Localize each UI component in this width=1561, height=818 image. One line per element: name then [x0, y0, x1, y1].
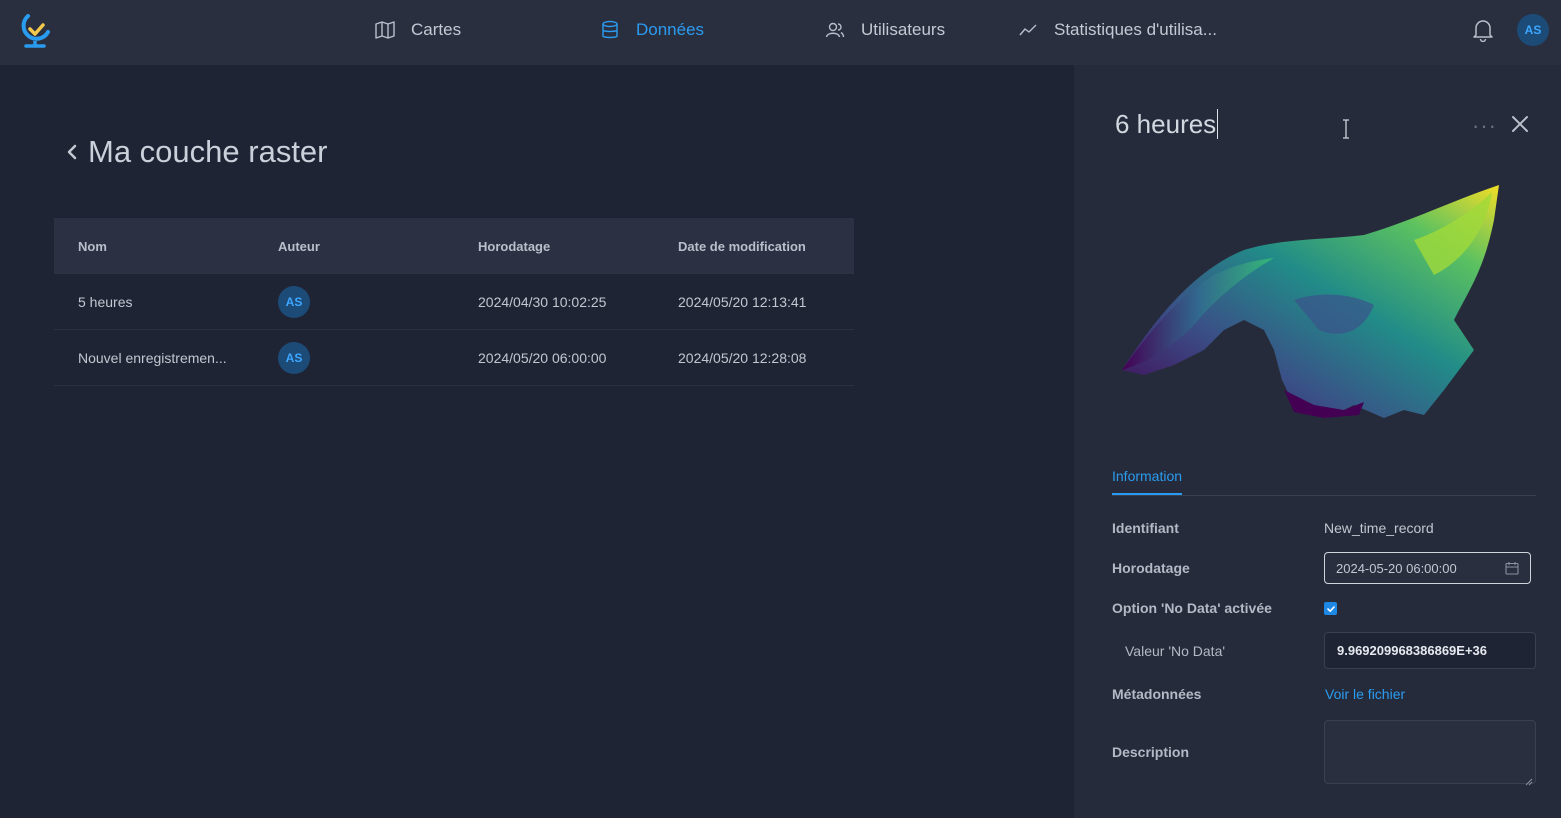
page-title: Ma couche raster [88, 134, 328, 169]
cell-modified: 2024/05/20 12:28:08 [678, 349, 807, 366]
user-avatar[interactable]: AS [1517, 14, 1549, 46]
identifier-value: New_time_record [1324, 520, 1434, 536]
column-header[interactable]: Date de modification [654, 239, 854, 254]
tab-information[interactable]: Information [1112, 468, 1183, 495]
users-icon [825, 20, 845, 40]
view-file-link[interactable]: Voir le fichier [1325, 686, 1405, 702]
top-navigation-bar: Cartes Données Utilisateurs Statistiques… [0, 0, 1561, 65]
cell-timestamp: 2024/04/30 10:02:25 [478, 293, 607, 310]
bell-icon[interactable] [1472, 18, 1494, 43]
nav-label: Statistiques d'utilisa... [1054, 20, 1217, 39]
map-icon [375, 20, 395, 40]
nodata-value-field[interactable]: 9.969209968386869E+36 [1324, 632, 1536, 669]
identifier-label: Identifiant [1112, 520, 1179, 536]
author-avatar: AS [278, 341, 310, 374]
records-table: Nom Auteur Horodatage Date de modificati… [54, 218, 854, 386]
chevron-left-icon [66, 137, 78, 168]
description-textarea[interactable] [1324, 720, 1536, 786]
cell-name: Nouvel enregistremen... [78, 349, 227, 366]
nodata-option-label: Option 'No Data' activée [1112, 600, 1272, 616]
nav-item-cartes[interactable]: Cartes [375, 0, 461, 60]
app-logo[interactable] [18, 10, 54, 50]
back-link[interactable]: Ma couche raster [66, 134, 328, 170]
table-row[interactable]: Nouvel enregistremen... AS 2024/05/20 06… [54, 330, 854, 386]
detail-panel: 6 heures ··· Information Identifiant New… [1074, 65, 1561, 818]
close-icon[interactable] [1511, 115, 1529, 133]
nav-item-utilisateurs[interactable]: Utilisateurs [825, 0, 945, 60]
cell-timestamp: 2024/05/20 06:00:00 [478, 349, 607, 366]
author-avatar: AS [278, 285, 310, 318]
timestamp-date-picker[interactable]: 2024-05-20 06:00:00 [1324, 552, 1531, 584]
metadata-label: Métadonnées [1112, 686, 1202, 702]
chart-line-icon [1018, 20, 1038, 40]
cell-author: AS [254, 341, 454, 374]
column-header[interactable]: Auteur [254, 239, 454, 254]
cell-name: 5 heures [78, 293, 133, 310]
record-title-input[interactable]: 6 heures [1115, 109, 1219, 139]
more-options-icon[interactable]: ··· [1472, 113, 1497, 139]
raster-preview-image [1114, 180, 1514, 425]
timestamp-value: 2024-05-20 06:00:00 [1336, 561, 1457, 576]
tab-bar: Information [1112, 460, 1536, 496]
nav-item-statistiques[interactable]: Statistiques d'utilisa... [1018, 0, 1217, 60]
nav-label: Cartes [411, 20, 462, 39]
database-icon [600, 20, 620, 40]
column-header[interactable]: Nom [54, 239, 254, 254]
nav-label: Données [636, 20, 705, 39]
column-header[interactable]: Horodatage [454, 239, 654, 254]
text-cursor-icon [1342, 119, 1350, 139]
nodata-value-label: Valeur 'No Data' [1125, 643, 1226, 659]
calendar-icon[interactable] [1505, 561, 1519, 575]
table-row[interactable]: 5 heures AS 2024/04/30 10:02:25 2024/05/… [54, 274, 854, 330]
timestamp-label: Horodatage [1112, 560, 1190, 576]
cell-author: AS [254, 285, 454, 318]
description-label: Description [1112, 744, 1190, 760]
nodata-option-checkbox[interactable] [1324, 602, 1337, 615]
nav-item-donnees[interactable]: Données [600, 0, 704, 60]
nav-label: Utilisateurs [861, 20, 946, 39]
cell-modified: 2024/05/20 12:13:41 [678, 293, 807, 310]
table-header: Nom Auteur Horodatage Date de modificati… [54, 218, 854, 274]
resize-handle-icon[interactable] [1525, 773, 1533, 786]
